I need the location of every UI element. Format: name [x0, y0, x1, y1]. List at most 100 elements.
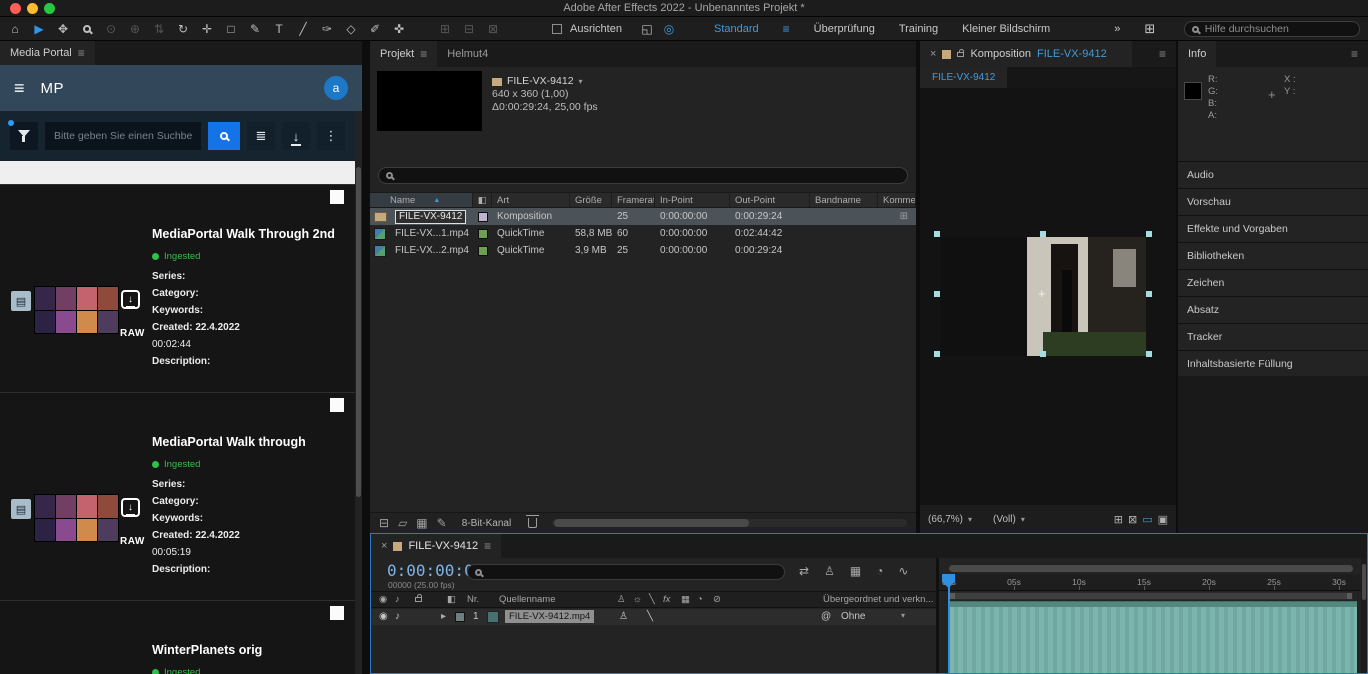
selection-handle[interactable] — [934, 231, 940, 237]
close-icon[interactable]: × — [381, 540, 387, 552]
column-header-art[interactable]: Art — [492, 193, 570, 207]
column-header-out-point[interactable]: Out-Point — [730, 193, 810, 207]
card-checkbox[interactable] — [330, 398, 344, 412]
trash-icon[interactable] — [528, 518, 537, 528]
text-tool-icon[interactable]: T — [272, 23, 286, 35]
adjust-icon[interactable]: ✎ — [437, 516, 447, 530]
composition-viewer[interactable]: + — [920, 88, 1176, 505]
chevron-down-icon[interactable]: ▾ — [579, 75, 583, 88]
eye-icon[interactable]: ◉ — [379, 594, 387, 605]
layer-duration-bar[interactable] — [949, 601, 1357, 673]
scrollbar-thumb[interactable] — [1362, 564, 1366, 600]
parent-dropdown[interactable]: Ohne — [841, 611, 865, 622]
timeline-zoom-scrollbar[interactable] — [949, 565, 1353, 572]
help-search[interactable] — [1184, 21, 1360, 37]
selection-tool-icon[interactable]: ▶ — [32, 23, 46, 35]
avatar[interactable]: a — [324, 76, 348, 100]
table-row[interactable]: FILE-VX-9412 Komposition 25 0:00:00:00 0… — [370, 208, 916, 225]
media-card[interactable]: MediaPortal Walk Through 2nd Ingested Se… — [0, 185, 355, 392]
grid-options-icon[interactable]: ⊞ — [1114, 513, 1123, 526]
time-ruler[interactable]: 00s 05s 10s 15s 20s 25s 30s — [939, 574, 1361, 591]
resolution-dropdown[interactable]: (Voll) — [993, 514, 1016, 525]
panel-menu-icon[interactable]: ≡ — [484, 539, 491, 553]
zoom-dropdown[interactable]: (66,7%) — [928, 514, 963, 525]
pan-camera-tool-icon[interactable]: ⊕ — [128, 23, 142, 35]
shape-tool-icon[interactable]: □ — [224, 23, 238, 35]
hand-tool-icon[interactable]: ✥ — [56, 23, 70, 35]
media-card[interactable]: MediaPortal Walk through Ingested Series… — [0, 393, 355, 600]
selection-handle[interactable] — [1040, 351, 1046, 357]
workspace-tab-ueberpruefung[interactable]: Überprüfung — [814, 23, 875, 35]
project-search[interactable] — [378, 167, 908, 184]
column-header-bandname[interactable]: Bandname — [810, 193, 878, 207]
layer-label-swatch[interactable] — [455, 612, 465, 622]
brush-tool-icon[interactable]: ╱ — [296, 23, 310, 35]
bit-depth-button[interactable]: 8-Bit-Kanal — [462, 518, 511, 529]
dolly-camera-tool-icon[interactable]: ⇅ — [152, 23, 166, 35]
list-view-button[interactable]: ≣ — [247, 122, 275, 150]
camera-view-icon[interactable]: ▣ — [1158, 513, 1168, 526]
workspace-settings-icon[interactable]: ⊞ — [1144, 21, 1155, 37]
close-icon[interactable]: × — [930, 48, 936, 60]
tab-timeline[interactable]: × FILE-VX-9412 ≡ — [371, 534, 501, 558]
tag-icon[interactable]: ◧ — [447, 594, 456, 605]
frame-blending-icon[interactable]: ▦ — [850, 564, 861, 578]
viewer-tab[interactable]: FILE-VX-9412 — [920, 67, 1007, 88]
motion-blur-icon[interactable]: ◔ — [697, 594, 703, 605]
selection-handle[interactable] — [1146, 351, 1152, 357]
layer-name[interactable]: FILE-VX-9412.mp4 — [505, 610, 594, 623]
item-name[interactable]: FILE-VX...1.mp4 — [390, 225, 473, 242]
selection-handle[interactable] — [1146, 231, 1152, 237]
search-button[interactable] — [208, 122, 240, 150]
panel-header-effekte[interactable]: Effekte und Vorgaben — [1178, 215, 1368, 241]
graph-editor-icon[interactable]: ∿ — [898, 564, 908, 578]
threed-icon[interactable]: ⊘ — [713, 594, 721, 605]
orbit-camera-tool-icon[interactable]: ⊙ — [104, 23, 118, 35]
minimize-window-button[interactable] — [27, 3, 38, 14]
timeline-search-input[interactable] — [488, 566, 777, 578]
panel-header-audio[interactable]: Audio — [1178, 161, 1368, 187]
twirl-icon[interactable]: ▸ — [441, 611, 446, 622]
pan-behind-tool-icon[interactable]: ✛ — [200, 23, 214, 35]
download-button[interactable]: ↓ — [282, 122, 310, 150]
workspace-tab-standard[interactable]: Standard — [714, 23, 759, 35]
filter-button[interactable] — [10, 122, 38, 150]
column-header-groesse[interactable]: Größe — [570, 193, 612, 207]
selection-handle[interactable] — [1146, 291, 1152, 297]
workspace-overflow-icon[interactable]: » — [1114, 23, 1120, 35]
audio-icon[interactable]: ♪ — [395, 594, 400, 605]
panel-header-absatz[interactable]: Absatz — [1178, 296, 1368, 322]
tab-media-portal[interactable]: Media Portal ≡ — [0, 41, 95, 65]
timeline-search[interactable] — [467, 564, 785, 580]
column-header-label[interactable]: ◧ — [473, 193, 492, 207]
roto-brush-tool-icon[interactable]: ✐ — [368, 23, 382, 35]
eye-icon[interactable]: ◉ — [379, 611, 388, 622]
workspace-tab-training[interactable]: Training — [899, 23, 938, 35]
preview-name[interactable]: FILE-VX-9412 — [507, 75, 574, 88]
puppet-pin-tool-icon[interactable]: ✜ — [392, 23, 406, 35]
more-options-button[interactable]: ⋮ — [317, 122, 345, 150]
clone-stamp-tool-icon[interactable]: ✑ — [320, 23, 334, 35]
anchor-point-icon[interactable]: + — [1038, 286, 1046, 301]
panel-menu-icon[interactable]: ≡ — [78, 46, 85, 60]
quality-toggle-icon[interactable]: ╲ — [647, 611, 653, 622]
new-folder-icon[interactable]: ▱ — [398, 516, 407, 530]
frame-blend-icon[interactable]: ▦ — [681, 594, 690, 605]
panel-header-zeichen[interactable]: Zeichen — [1178, 269, 1368, 295]
item-name[interactable]: FILE-VX-9412 — [395, 210, 466, 224]
panel-menu-icon[interactable]: ≡ — [420, 47, 427, 61]
workspace-tab-kleiner-bildschirm[interactable]: Kleiner Bildschirm — [962, 23, 1050, 35]
panel-header-inhaltsbasierte-fuellung[interactable]: Inhaltsbasierte Füllung — [1178, 350, 1368, 376]
label-swatch[interactable] — [478, 246, 488, 256]
shy-layers-icon[interactable]: ♙ — [824, 564, 835, 578]
interpret-footage-icon[interactable]: ⊟ — [379, 516, 389, 530]
thumbnail-strip[interactable] — [34, 286, 119, 334]
zoom-tool-icon[interactable] — [80, 23, 94, 35]
shy-toggle-icon[interactable]: ♙ — [619, 611, 628, 622]
label-swatch[interactable] — [478, 212, 488, 222]
motion-blur-icon[interactable]: ◔ — [876, 564, 883, 578]
selection-handle[interactable] — [934, 351, 940, 357]
axis-local-icon[interactable]: ⊞ — [438, 23, 452, 35]
expand-icon[interactable]: ◱ — [640, 23, 654, 35]
column-header-framerate[interactable]: Framerate — [612, 193, 655, 207]
